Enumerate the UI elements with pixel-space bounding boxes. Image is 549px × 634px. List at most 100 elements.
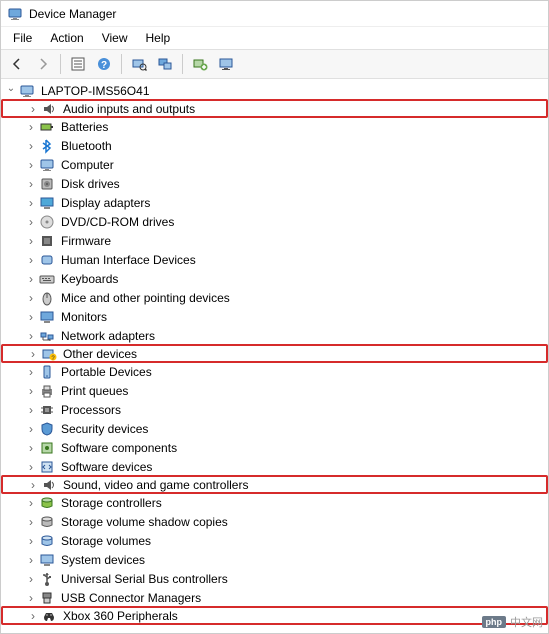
tree-category-node[interactable]: Processors: [1, 400, 548, 419]
toolbar-monitor-button[interactable]: [214, 52, 238, 76]
tree-category-label: Computer: [59, 157, 116, 173]
tree-category-label: Universal Serial Bus controllers: [59, 571, 230, 587]
toolbar-devices-button[interactable]: [153, 52, 177, 76]
tree-category-node[interactable]: Bluetooth: [1, 136, 548, 155]
chevron-right-icon[interactable]: [25, 477, 41, 493]
tree-category-node[interactable]: Disk drives: [1, 174, 548, 193]
chevron-right-icon[interactable]: [23, 571, 39, 587]
tree-root-node[interactable]: LAPTOP-IMS56O41: [1, 81, 548, 100]
tree-category-node[interactable]: Storage volumes: [1, 531, 548, 550]
chevron-right-icon[interactable]: [23, 309, 39, 325]
tree-category-node[interactable]: Network adapters: [1, 326, 548, 345]
chevron-right-icon[interactable]: [23, 383, 39, 399]
bluetooth-icon: [39, 138, 55, 154]
tree-category-node[interactable]: Computer: [1, 155, 548, 174]
tree-category-node[interactable]: Audio inputs and outputs: [1, 99, 548, 118]
tree-category-node[interactable]: Print queues: [1, 381, 548, 400]
tree-category-label: Portable Devices: [59, 364, 154, 380]
tree-category-node[interactable]: DVD/CD-ROM drives: [1, 212, 548, 231]
toolbar-back-button[interactable]: [5, 52, 29, 76]
tree-category-label: Keyboards: [59, 271, 120, 287]
tree-category-node[interactable]: Xbox 360 Peripherals: [1, 606, 548, 625]
toolbar-scan-button[interactable]: [127, 52, 151, 76]
tree-category-node[interactable]: Software devices: [1, 457, 548, 476]
tree-category-label: Storage controllers: [59, 495, 164, 511]
cpu-icon: [39, 402, 55, 418]
tree-category-node[interactable]: Portable Devices: [1, 362, 548, 381]
tree-category-label: Human Interface Devices: [59, 252, 198, 268]
chevron-right-icon[interactable]: [23, 552, 39, 568]
menu-action[interactable]: Action: [42, 29, 91, 47]
tree-category-node[interactable]: Security devices: [1, 419, 548, 438]
chevron-right-icon[interactable]: [23, 590, 39, 606]
tree-category-node[interactable]: USB Connector Managers: [1, 588, 548, 607]
toolbar: ?: [1, 49, 548, 79]
tree-category-node[interactable]: Firmware: [1, 231, 548, 250]
system-icon: [39, 552, 55, 568]
usb-icon: [39, 571, 55, 587]
keyboard-icon: [39, 271, 55, 287]
tree-category-label: Disk drives: [59, 176, 122, 192]
tree-root-label: LAPTOP-IMS56O41: [39, 83, 152, 99]
shadow-icon: [39, 514, 55, 530]
watermark-badge: php: [482, 616, 507, 628]
tree-category-node[interactable]: Batteries: [1, 117, 548, 136]
chevron-right-icon[interactable]: [23, 271, 39, 287]
portable-icon: [39, 364, 55, 380]
chevron-right-icon[interactable]: [25, 346, 41, 362]
tree-category-node[interactable]: Human Interface Devices: [1, 250, 548, 269]
chevron-right-icon[interactable]: [23, 514, 39, 530]
tree-category-node[interactable]: Monitors: [1, 307, 548, 326]
menu-help[interactable]: Help: [138, 29, 179, 47]
toolbar-separator: [60, 54, 61, 74]
chevron-right-icon[interactable]: [23, 459, 39, 475]
chevron-right-icon[interactable]: [23, 328, 39, 344]
tree-category-node[interactable]: Storage volume shadow copies: [1, 512, 548, 531]
tree-category-node[interactable]: Sound, video and game controllers: [1, 475, 548, 494]
titlebar: Device Manager: [1, 1, 548, 27]
chevron-right-icon[interactable]: [23, 402, 39, 418]
monitor-icon: [39, 309, 55, 325]
chevron-right-icon[interactable]: [23, 176, 39, 192]
chevron-right-icon[interactable]: [23, 290, 39, 306]
chevron-right-icon[interactable]: [23, 119, 39, 135]
app-icon: [7, 6, 23, 22]
menu-file[interactable]: File: [5, 29, 40, 47]
toolbar-properties-button[interactable]: [66, 52, 90, 76]
chevron-right-icon[interactable]: [25, 101, 41, 117]
chevron-right-icon[interactable]: [23, 195, 39, 211]
chevron-right-icon[interactable]: [23, 157, 39, 173]
chevron-down-icon[interactable]: [3, 83, 19, 99]
device-tree[interactable]: LAPTOP-IMS56O41Audio inputs and outputsB…: [1, 79, 548, 633]
chevron-right-icon[interactable]: [23, 533, 39, 549]
tree-category-node[interactable]: Universal Serial Bus controllers: [1, 569, 548, 588]
chevron-right-icon[interactable]: [23, 440, 39, 456]
toolbar-forward-button[interactable]: [31, 52, 55, 76]
tree-category-node[interactable]: Keyboards: [1, 269, 548, 288]
chevron-right-icon[interactable]: [23, 252, 39, 268]
chevron-right-icon[interactable]: [23, 495, 39, 511]
tree-category-node[interactable]: System devices: [1, 550, 548, 569]
menu-view[interactable]: View: [94, 29, 136, 47]
tree-category-node[interactable]: Display adapters: [1, 193, 548, 212]
window-title: Device Manager: [29, 7, 116, 21]
chevron-right-icon[interactable]: [23, 421, 39, 437]
tree-category-node[interactable]: Mice and other pointing devices: [1, 288, 548, 307]
computer-icon: [19, 83, 35, 99]
tree-category-node[interactable]: Software components: [1, 438, 548, 457]
chevron-right-icon[interactable]: [23, 138, 39, 154]
tree-category-node[interactable]: ?Other devices: [1, 344, 548, 363]
menubar: File Action View Help: [1, 27, 548, 49]
chevron-right-icon[interactable]: [25, 608, 41, 624]
tree-category-label: USB Connector Managers: [59, 590, 203, 606]
chevron-right-icon[interactable]: [23, 364, 39, 380]
other-icon: ?: [41, 346, 57, 362]
toolbar-help-button[interactable]: ?: [92, 52, 116, 76]
tree-category-label: Network adapters: [59, 328, 157, 344]
toolbar-add-device-button[interactable]: [188, 52, 212, 76]
volume-icon: [39, 533, 55, 549]
tree-category-label: Security devices: [59, 421, 150, 437]
chevron-right-icon[interactable]: [23, 233, 39, 249]
chevron-right-icon[interactable]: [23, 214, 39, 230]
tree-category-node[interactable]: Storage controllers: [1, 493, 548, 512]
